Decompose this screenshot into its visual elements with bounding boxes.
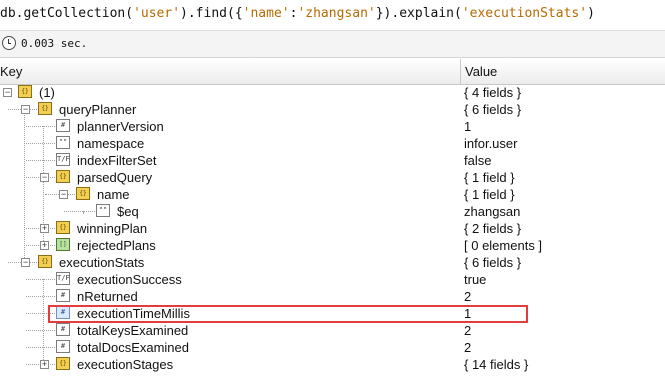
row-key: executionSuccess [77, 272, 182, 287]
collapse-icon[interactable]: − [21, 258, 30, 267]
row-key: parsedQuery [77, 170, 153, 185]
boolean-icon: T/F [56, 272, 70, 285]
tree-guide-line [26, 296, 55, 297]
row-value: 2 [464, 289, 472, 304]
row-value: { 6 fields } [464, 102, 522, 117]
row-value: true [464, 272, 487, 287]
tree-row[interactable]: −{} parsedQuery { 1 field } [0, 169, 665, 186]
tree-guide-line [26, 126, 55, 127]
tree-row[interactable]: "" namespace infor.user [0, 135, 665, 152]
row-value: infor.user [464, 136, 518, 151]
row-key: executionStats [59, 255, 145, 270]
row-key: queryPlanner [59, 102, 137, 117]
tree-row[interactable]: −{} (1) { 4 fields } [0, 84, 665, 101]
row-value: 2 [464, 323, 472, 338]
expand-icon[interactable]: + [40, 360, 49, 369]
query-explain-arg: 'executionStats' [461, 6, 588, 21]
row-key: totalKeysExamined [77, 323, 189, 338]
value-column-header[interactable]: Value [461, 59, 665, 85]
number-icon: # [56, 340, 70, 353]
tree-row[interactable]: + {} executionStages { 14 fields } [0, 356, 665, 373]
clock-icon [2, 36, 16, 50]
query-close: ) [587, 6, 595, 21]
boolean-icon: T/F [56, 153, 70, 166]
row-key: totalDocsExamined [77, 340, 189, 355]
row-value: { 4 fields } [464, 85, 522, 100]
tree-row[interactable]: −{} name { 1 field } [0, 186, 665, 203]
row-key: executionStages [77, 357, 174, 372]
tree-row[interactable]: −{} queryPlanner { 6 fields } [0, 101, 665, 118]
collapse-icon[interactable]: − [3, 88, 12, 97]
tree-guide-line [26, 330, 55, 331]
row-value: { 1 field } [464, 170, 515, 185]
query-collection: 'user' [133, 6, 181, 21]
tree-guide-line [26, 160, 55, 161]
tree-row[interactable]: −{} executionStats { 6 fields } [0, 254, 665, 271]
execution-time-bar: 0.003 sec. [0, 31, 665, 58]
row-value: { 6 fields } [464, 255, 522, 270]
tree-row[interactable]: + {} winningPlan { 2 fields } [0, 220, 665, 237]
array-icon: [] [56, 238, 70, 251]
row-value: { 2 fields } [464, 221, 522, 236]
query-find: ).find({ [180, 6, 243, 21]
value-header-label: Value [465, 64, 498, 79]
tree-guide-line [26, 143, 55, 144]
tree-guide-line [64, 211, 95, 212]
tree-row[interactable]: T/F executionSuccess true [0, 271, 665, 288]
collapse-icon[interactable]: − [21, 105, 30, 114]
row-key: winningPlan [77, 221, 148, 236]
string-icon: "" [56, 136, 70, 149]
row-value: 1 [464, 119, 472, 134]
row-key: plannerVersion [77, 119, 164, 134]
object-icon: {} [56, 357, 70, 370]
tree-row[interactable]: # nReturned 2 [0, 288, 665, 305]
number-icon: # [56, 323, 70, 336]
row-value: false [464, 153, 492, 168]
row-key: (1) [39, 85, 55, 100]
execution-time: 0.003 sec. [21, 37, 88, 50]
tree-guide-line [26, 347, 55, 348]
expand-icon[interactable]: + [40, 241, 49, 250]
row-key: $eq [117, 204, 139, 219]
row-value: [ 0 elements ] [464, 238, 543, 253]
highlight-box [48, 305, 528, 323]
row-key: indexFilterSet [77, 153, 157, 168]
object-icon: {} [56, 170, 70, 183]
collapse-icon[interactable]: − [59, 190, 68, 199]
tree-row[interactable]: # plannerVersion 1 [0, 118, 665, 135]
row-value: 2 [464, 340, 472, 355]
object-icon: {} [18, 85, 32, 98]
object-icon: {} [38, 102, 52, 115]
object-icon: {} [76, 187, 90, 200]
key-header-label: Key [0, 64, 23, 79]
string-icon: "" [96, 204, 110, 217]
query-prefix: db.getCollection( [0, 6, 134, 21]
expand-icon[interactable]: + [40, 224, 49, 233]
query-field-value: 'zhangsan' [297, 6, 376, 21]
object-icon: {} [56, 221, 70, 234]
query-explain: }).explain( [375, 6, 462, 21]
tree-row[interactable]: # totalDocsExamined 2 [0, 339, 665, 356]
row-key: namespace [77, 136, 145, 151]
collapse-icon[interactable]: − [40, 173, 49, 182]
object-icon: {} [38, 255, 52, 268]
tree-row[interactable]: "" $eq zhangsan [0, 203, 665, 220]
number-icon: # [56, 289, 70, 302]
tree-row[interactable]: T/F indexFilterSet false [0, 152, 665, 169]
number-icon: # [56, 119, 70, 132]
row-key: nReturned [77, 289, 138, 304]
tree-row[interactable]: # totalKeysExamined 2 [0, 322, 665, 339]
tree-row[interactable]: + [] rejectedPlans [ 0 elements ] [0, 237, 665, 254]
row-value: { 1 field } [464, 187, 515, 202]
query-field: 'name' [242, 6, 290, 21]
tree-guide-line [26, 279, 55, 280]
query-editor[interactable]: db.getCollection('user').find({'name':'z… [0, 0, 665, 31]
row-key: name [97, 187, 130, 202]
row-key: rejectedPlans [77, 238, 156, 253]
row-value: zhangsan [464, 204, 521, 219]
row-value: { 14 fields } [464, 357, 529, 372]
key-column-header[interactable]: Key [0, 59, 461, 85]
